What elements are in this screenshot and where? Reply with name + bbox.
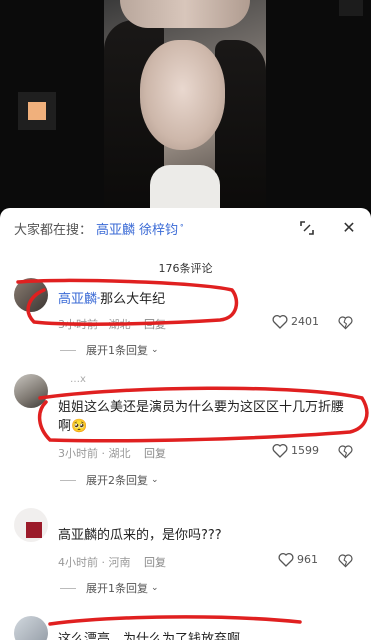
video-figure-hair-right bbox=[215, 40, 266, 210]
reply-button[interactable]: 回复 bbox=[144, 447, 166, 460]
expand-replies-label: 展开1条回复 bbox=[86, 582, 148, 595]
reply-button[interactable]: 回复 bbox=[144, 556, 166, 569]
expand-icon[interactable] bbox=[298, 219, 316, 237]
comment-time: 4小时前 bbox=[58, 556, 98, 569]
comment-emoji: 🥺 bbox=[71, 419, 88, 434]
comment-item: 这么漂亮，为什么为了钱放弃啊 bbox=[0, 612, 371, 640]
side-thumbnail-mark bbox=[28, 102, 46, 120]
avatar-mark bbox=[26, 522, 42, 538]
comment-time: 3小时前 bbox=[58, 447, 98, 460]
like-count: 961 bbox=[297, 553, 318, 566]
video-figure-shirt bbox=[150, 165, 220, 210]
comment-location: 湖北 bbox=[108, 318, 131, 331]
corner-indicator bbox=[339, 0, 363, 16]
broken-heart-icon[interactable] bbox=[338, 315, 353, 330]
side-thumbnail[interactable] bbox=[18, 92, 56, 130]
comment-text: 这么漂亮，为什么为了钱放弃啊 bbox=[58, 632, 241, 640]
comment-meta: 4小时前 · 河南 回复 bbox=[58, 556, 166, 569]
comment-body: 姐姐这么美还是演员为什么要为这区区十几万折腰啊 bbox=[58, 400, 345, 434]
chevron-down-icon: ⌄ bbox=[151, 583, 159, 593]
comment-item: …x 姐姐这么美还是演员为什么要为这区区十几万折腰啊🥺 3小时前 · 湖北 回复… bbox=[0, 368, 371, 488]
search-mark-icon: ᐤ bbox=[180, 223, 184, 233]
trending-search-term-2[interactable]: 徐梓钧 bbox=[139, 219, 178, 238]
divider bbox=[60, 587, 76, 589]
comment-meta: 3小时前 · 湖北 回复 bbox=[58, 447, 166, 460]
video-figure-face bbox=[140, 40, 225, 150]
comment-body: 那么大年纪 bbox=[100, 292, 166, 307]
like-button[interactable]: 1599 bbox=[272, 443, 319, 458]
divider bbox=[60, 479, 76, 481]
trending-search-prefix: 大家都在搜： bbox=[14, 222, 93, 238]
chevron-down-icon: ⌄ bbox=[151, 345, 159, 355]
chevron-down-icon: ⌄ bbox=[151, 475, 159, 485]
comment-time: 3小时前 bbox=[58, 318, 98, 331]
avatar[interactable] bbox=[14, 508, 48, 542]
avatar[interactable] bbox=[14, 616, 48, 640]
expand-replies-button[interactable]: 展开2条回复 ⌄ bbox=[60, 472, 159, 488]
avatar[interactable] bbox=[14, 374, 48, 408]
close-icon[interactable]: ✕ bbox=[340, 219, 358, 237]
comment-username[interactable]: …x bbox=[70, 374, 86, 385]
like-button[interactable]: 2401 bbox=[272, 314, 319, 329]
video-figure-arm bbox=[120, 0, 250, 28]
expand-replies-button[interactable]: 展开1条回复 ⌄ bbox=[60, 342, 159, 358]
reply-button[interactable]: 回复 bbox=[144, 318, 166, 331]
trending-search-term-1[interactable]: 高亚麟 bbox=[96, 219, 135, 238]
comment-location: 河南 bbox=[108, 556, 131, 569]
comment-text: 高亚麟ᐤ那么大年纪 bbox=[58, 290, 165, 309]
divider bbox=[60, 349, 76, 351]
avatar[interactable] bbox=[14, 278, 48, 312]
heart-icon bbox=[278, 552, 294, 567]
comment-text: 姐姐这么美还是演员为什么要为这区区十几万折腰啊🥺 bbox=[58, 398, 348, 436]
comment-item: 高亚麟的瓜来的，是你吗??? 4小时前 · 河南 回复 961 展开1条回复 ⌄ bbox=[0, 502, 371, 598]
expand-replies-label: 展开2条回复 bbox=[86, 474, 148, 487]
mention-link[interactable]: 高亚麟 bbox=[58, 292, 97, 307]
broken-heart-icon[interactable] bbox=[338, 553, 353, 568]
comment-meta: 3小时前 · 湖北 回复 bbox=[58, 318, 166, 331]
heart-icon bbox=[272, 314, 288, 329]
like-count: 2401 bbox=[291, 315, 319, 328]
heart-icon bbox=[272, 443, 288, 458]
expand-replies-button[interactable]: 展开1条回复 ⌄ bbox=[60, 580, 159, 596]
expand-replies-label: 展开1条回复 bbox=[86, 344, 148, 357]
comment-text: 高亚麟的瓜来的，是你吗??? bbox=[58, 528, 222, 543]
like-button[interactable]: 961 bbox=[278, 552, 318, 567]
comment-sheet: 大家都在搜： 高亚麟 徐梓钧 ᐤ ✕ 176条评论 高亚麟ᐤ那么大年纪 3小时前… bbox=[0, 208, 371, 640]
comment-location: 湖北 bbox=[108, 447, 131, 460]
comment-item: 高亚麟ᐤ那么大年纪 3小时前 · 湖北 回复 2401 展开1条回复 ⌄ bbox=[0, 272, 371, 362]
like-count: 1599 bbox=[291, 444, 319, 457]
broken-heart-icon[interactable] bbox=[338, 444, 353, 459]
video-player[interactable] bbox=[0, 0, 371, 210]
trending-search-row: 大家都在搜： 高亚麟 徐梓钧 ᐤ bbox=[14, 218, 184, 238]
